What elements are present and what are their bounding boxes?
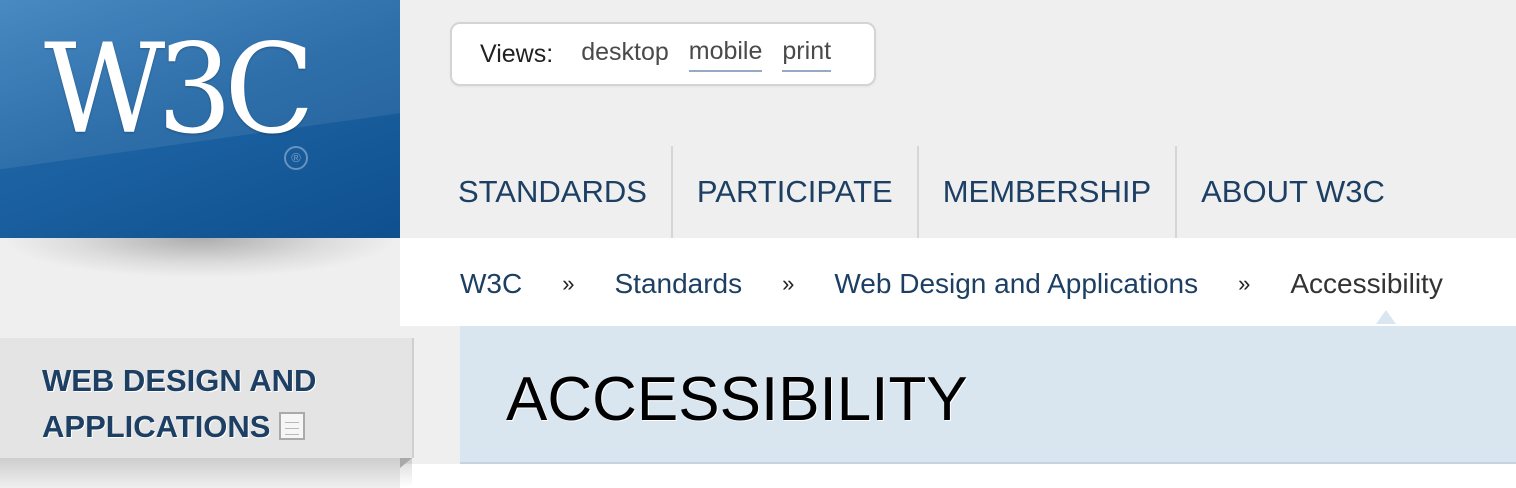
nav-item-standards[interactable]: STANDARDS bbox=[434, 146, 671, 238]
sidebar-shadow bbox=[0, 458, 412, 488]
breadcrumb-separator: » bbox=[1238, 271, 1251, 296]
breadcrumb-standards[interactable]: Standards bbox=[614, 268, 742, 300]
breadcrumb-web-design-and-applications[interactable]: Web Design and Applications bbox=[834, 268, 1198, 300]
breadcrumb-separator: » bbox=[562, 271, 575, 296]
content-area bbox=[400, 464, 1516, 488]
registered-mark: ® bbox=[284, 146, 308, 170]
w3c-logo-link[interactable]: W3C ® bbox=[0, 0, 400, 238]
w3c-logo: W3C bbox=[44, 16, 315, 162]
nav-item-membership[interactable]: MEMBERSHIP bbox=[916, 146, 1175, 238]
view-mobile-link[interactable]: mobile bbox=[688, 37, 763, 72]
sidebar-section-title[interactable]: WEB DESIGN AND APPLICATIONS bbox=[42, 358, 316, 450]
main-nav: STANDARDS PARTICIPATE MEMBERSHIP ABOUT W… bbox=[434, 146, 1409, 238]
sidebar-section-header: WEB DESIGN AND APPLICATIONS bbox=[0, 338, 414, 458]
nav-item-participate[interactable]: PARTICIPATE bbox=[670, 146, 917, 238]
breadcrumb-current: Accessibility bbox=[1290, 268, 1443, 299]
sidebar-title-line2: APPLICATIONS bbox=[42, 409, 271, 444]
page-title-band: ACCESSIBILITY bbox=[460, 326, 1516, 464]
logo-shadow bbox=[0, 238, 400, 278]
views-label: Views: bbox=[480, 39, 554, 68]
breadcrumb-current-marker bbox=[1376, 310, 1396, 324]
sidebar-title-line1: WEB DESIGN AND bbox=[42, 363, 317, 398]
sidebar-fold bbox=[400, 458, 412, 468]
view-print-link[interactable]: print bbox=[782, 37, 832, 72]
breadcrumb-bar: W3C » Standards » Web Design and Applica… bbox=[400, 238, 1516, 326]
view-desktop-link[interactable]: desktop bbox=[581, 38, 669, 71]
breadcrumb-separator: » bbox=[782, 271, 795, 296]
page-title: ACCESSIBILITY bbox=[506, 365, 968, 434]
nav-item-about-w3c[interactable]: ABOUT W3C bbox=[1175, 146, 1409, 238]
views-switcher: Views: desktop mobile print bbox=[450, 22, 876, 86]
document-list-icon bbox=[278, 411, 305, 440]
breadcrumb: W3C » Standards » Web Design and Applica… bbox=[460, 268, 1443, 300]
breadcrumb-w3c[interactable]: W3C bbox=[460, 268, 522, 300]
